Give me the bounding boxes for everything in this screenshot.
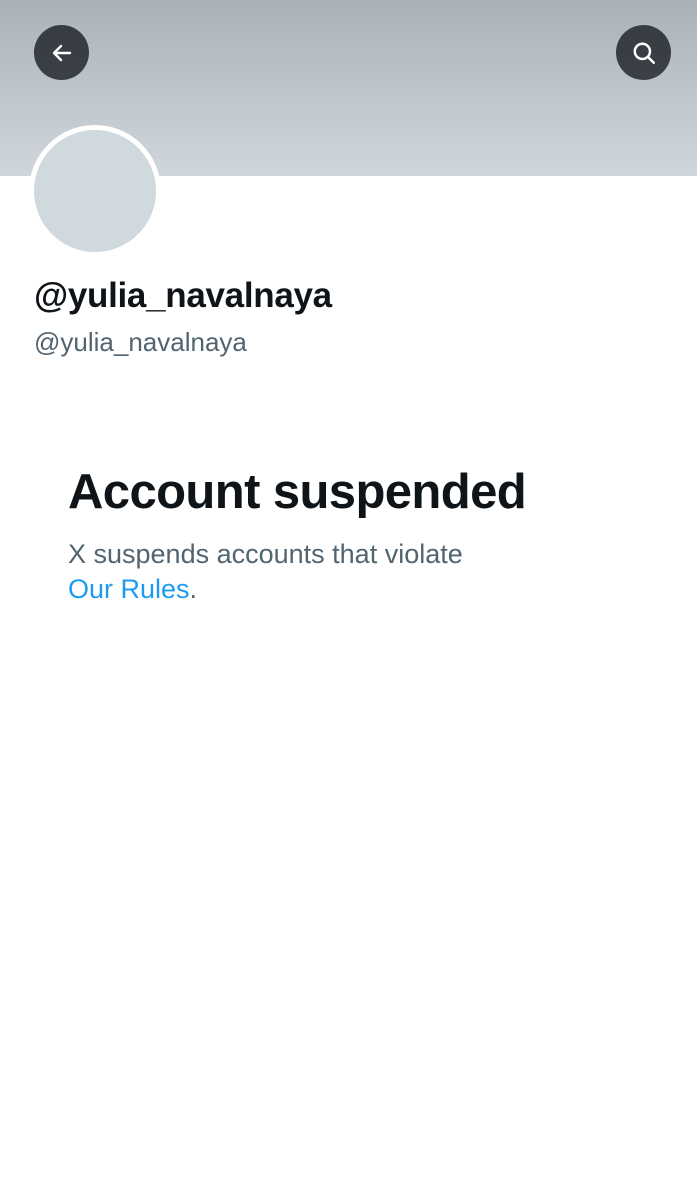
profile-page: @yulia_navalnaya @yulia_navalnaya Accoun… xyxy=(0,0,697,1200)
our-rules-link[interactable]: Our Rules xyxy=(68,574,190,604)
suspended-message: X suspends accounts that violate Our Rul… xyxy=(68,537,628,607)
message-period: . xyxy=(189,574,198,604)
search-icon xyxy=(631,40,657,66)
back-button[interactable] xyxy=(34,25,89,80)
avatar[interactable] xyxy=(34,130,156,252)
search-button[interactable] xyxy=(616,25,671,80)
avatar-frame xyxy=(29,125,161,257)
suspended-title: Account suspended xyxy=(68,465,527,519)
profile-display-name: @yulia_navalnaya xyxy=(34,276,332,315)
arrow-left-icon xyxy=(50,41,74,65)
profile-handle: @yulia_navalnaya xyxy=(34,327,247,357)
suspended-message-text: X suspends accounts that violate xyxy=(68,539,463,569)
